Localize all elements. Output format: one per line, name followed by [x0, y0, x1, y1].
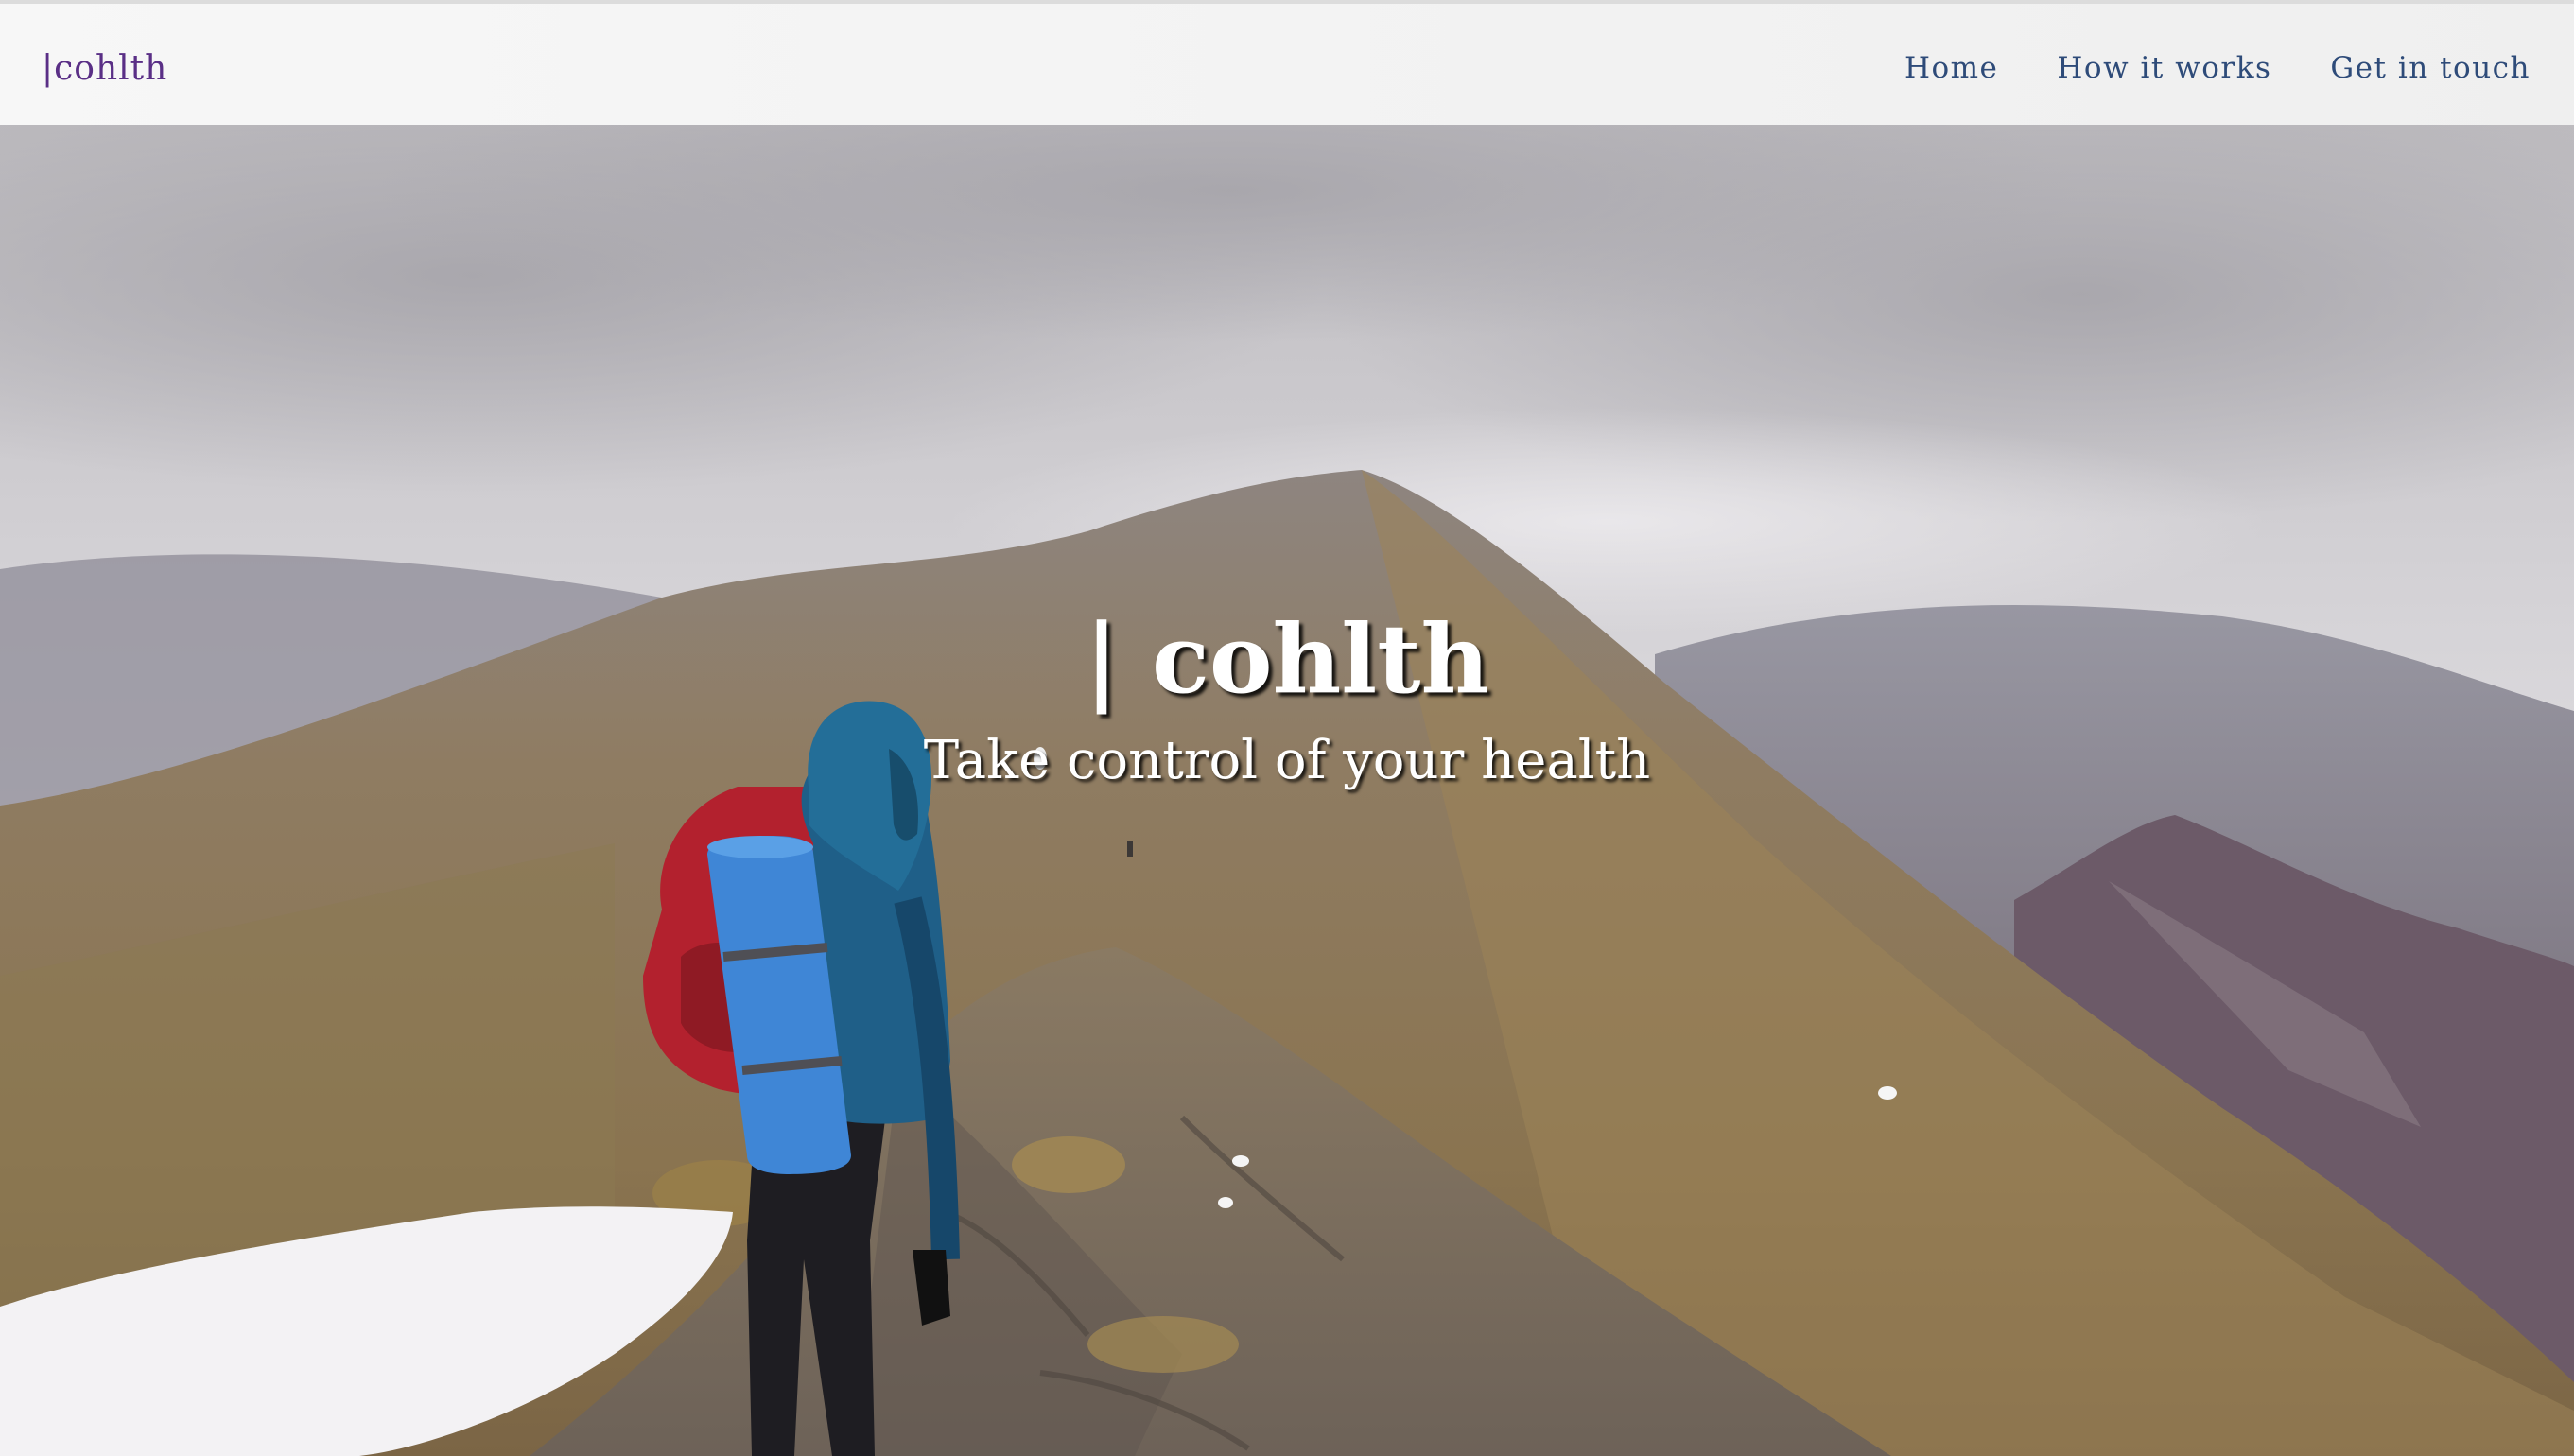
hero-title: | cohlth — [1084, 603, 1490, 715]
top-navbar: |cohlth Home How it works Get in touch — [0, 0, 2574, 125]
main-nav: Home How it works Get in touch — [1904, 51, 2531, 85]
nav-link-get-in-touch[interactable]: Get in touch — [2330, 51, 2531, 85]
nav-link-home[interactable]: Home — [1904, 51, 1998, 85]
nav-link-how-it-works[interactable]: How it works — [2057, 51, 2271, 85]
brand-logo-link[interactable]: |cohlth — [42, 49, 167, 88]
hero-text-block: | cohlth Take control of your health — [0, 607, 2574, 791]
hero-section: | cohlth Take control of your health — [0, 125, 2574, 1456]
hero-subtitle: Take control of your health — [923, 730, 1651, 791]
